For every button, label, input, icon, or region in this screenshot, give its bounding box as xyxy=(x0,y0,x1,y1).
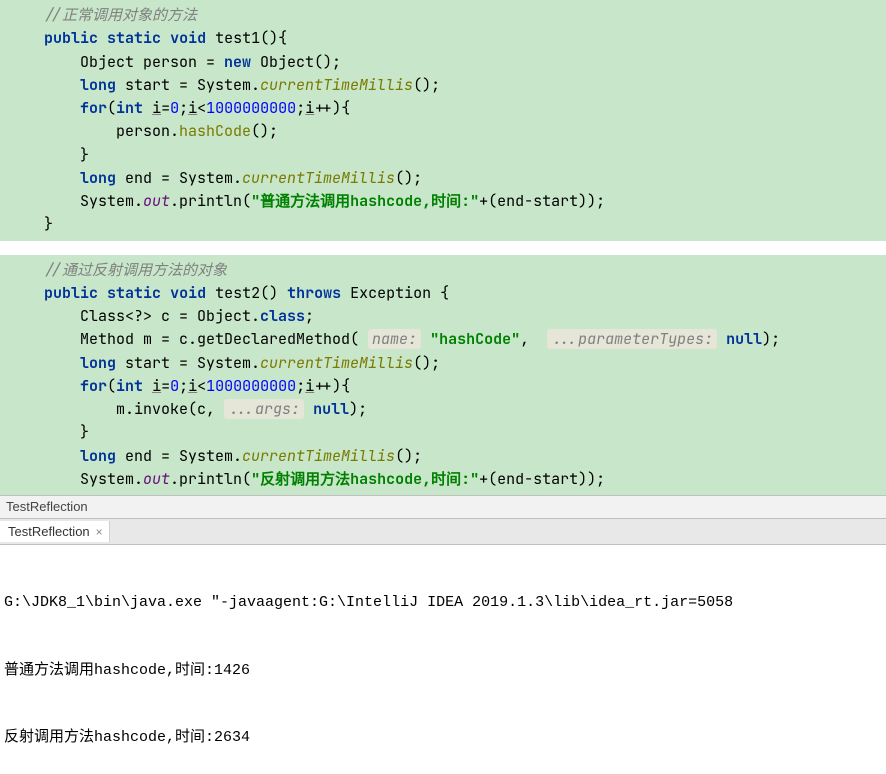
code-line: } xyxy=(0,144,886,167)
code-line: long start = System.currentTimeMillis(); xyxy=(0,74,886,97)
param-hint-name: name: xyxy=(368,329,421,349)
console-command-line: G:\JDK8_1\bin\java.exe "-javaagent:G:\In… xyxy=(4,592,882,615)
param-hint-types: ...parameterTypes: xyxy=(547,329,717,349)
code-block-test1[interactable]: //正常调用对象的方法 public static void test1(){ … xyxy=(0,0,886,241)
comment: //正常调用对象的方法 xyxy=(44,5,197,25)
code-line: m.invoke(c, ...args: null); xyxy=(0,398,886,421)
code-line: public static void test2() throws Except… xyxy=(0,282,886,305)
code-line: Object person = new Object(); xyxy=(0,51,886,74)
code-line: Method m = c.getDeclaredMethod( name: "h… xyxy=(0,328,886,351)
close-icon[interactable]: × xyxy=(96,525,103,539)
code-line: //通过反射调用方法的对象 xyxy=(0,259,886,282)
comment: //通过反射调用方法的对象 xyxy=(44,260,227,280)
code-line: long start = System.currentTimeMillis(); xyxy=(0,352,886,375)
code-line: //正常调用对象的方法 xyxy=(0,4,886,27)
code-line: long end = System.currentTimeMillis(); xyxy=(0,167,886,190)
code-line: System.out.println("普通方法调用hashcode,时间:"+… xyxy=(0,190,886,213)
code-line: } xyxy=(0,421,886,444)
run-tab-active[interactable]: TestReflection × xyxy=(0,521,110,542)
run-tabs: TestReflection × xyxy=(0,519,886,545)
code-line: for(int i=0;i<1000000000;i++){ xyxy=(0,375,886,398)
code-block-test2[interactable]: //通过反射调用方法的对象 public static void test2()… xyxy=(0,255,886,496)
console-output[interactable]: G:\JDK8_1\bin\java.exe "-javaagent:G:\In… xyxy=(0,545,886,774)
run-toolwindow-header[interactable]: TestReflection xyxy=(0,495,886,519)
editor-gap xyxy=(0,241,886,255)
param-hint-args: ...args: xyxy=(224,399,304,419)
code-line: person.hashCode(); xyxy=(0,120,886,143)
code-line: public static void test1(){ xyxy=(0,27,886,50)
code-line: Class<?> c = Object.class; xyxy=(0,305,886,328)
code-line: for(int i=0;i<1000000000;i++){ xyxy=(0,97,886,120)
code-line: long end = System.currentTimeMillis(); xyxy=(0,445,886,468)
code-line: } xyxy=(0,213,886,236)
code-line: System.out.println("反射调用方法hashcode,时间:"+… xyxy=(0,468,886,491)
run-config-name: TestReflection xyxy=(6,499,88,514)
run-tab-label: TestReflection xyxy=(8,524,90,539)
console-output-line: 普通方法调用hashcode,时间:1426 xyxy=(4,660,882,683)
console-output-line: 反射调用方法hashcode,时间:2634 xyxy=(4,727,882,750)
